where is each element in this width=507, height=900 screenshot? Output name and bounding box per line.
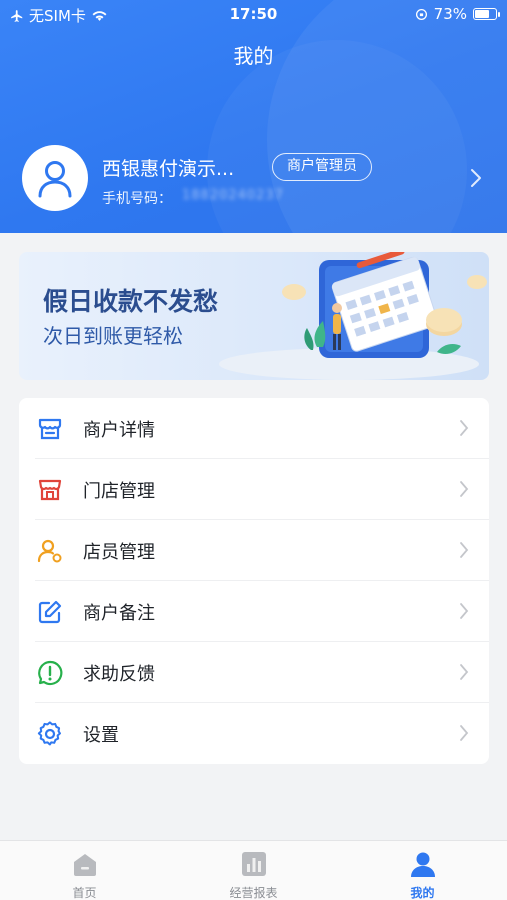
menu-item-settings[interactable]: 设置 bbox=[19, 703, 489, 764]
tab-label: 经营报表 bbox=[229, 886, 278, 900]
help-icon bbox=[38, 660, 63, 686]
menu-item-store-management[interactable]: 门店管理 bbox=[19, 459, 489, 520]
banner-subtitle: 次日到账更轻松 bbox=[43, 324, 183, 348]
menu-item-label: 门店管理 bbox=[83, 481, 155, 502]
phone-label: 手机号码： bbox=[102, 191, 172, 207]
tab-bar: 首页 经营报表 我的 bbox=[0, 840, 507, 900]
menu-item-merchant-notes[interactable]: 商户备注 bbox=[19, 581, 489, 642]
menu-item-help-feedback[interactable]: 求助反馈 bbox=[19, 642, 489, 703]
shop-icon bbox=[38, 479, 62, 501]
phone-number: 18820240237 bbox=[182, 188, 284, 203]
chevron-right-icon bbox=[460, 664, 469, 680]
menu-item-label: 店员管理 bbox=[83, 542, 155, 563]
tab-label: 首页 bbox=[72, 886, 97, 900]
page-title: 我的 bbox=[233, 44, 274, 68]
menu-item-merchant-details[interactable]: 商户详情 bbox=[19, 398, 489, 459]
home-icon bbox=[74, 854, 96, 876]
banner-title: 假日收款不发愁 bbox=[43, 287, 219, 316]
menu-list: 商户详情 门店管理 店员管理 商户备注 求助反馈 设置 bbox=[19, 398, 489, 764]
orientation-lock-icon bbox=[415, 8, 427, 20]
tab-home[interactable]: 首页 bbox=[0, 841, 169, 900]
staff-icon bbox=[37, 539, 62, 563]
status-bar: 无SIM卡 17:50 73% bbox=[0, 0, 507, 28]
chevron-right-icon bbox=[460, 481, 469, 497]
gear-icon bbox=[37, 721, 62, 746]
tab-mine[interactable]: 我的 bbox=[338, 841, 507, 900]
avatar[interactable] bbox=[22, 145, 88, 211]
user-icon bbox=[411, 852, 435, 877]
menu-item-staff-management[interactable]: 店员管理 bbox=[19, 520, 489, 581]
store-icon bbox=[38, 418, 62, 440]
report-icon bbox=[242, 852, 266, 876]
menu-item-label: 求助反馈 bbox=[83, 664, 155, 685]
edit-icon bbox=[38, 600, 62, 624]
battery-icon bbox=[473, 8, 500, 20]
promo-banner[interactable]: 假日收款不发愁 次日到账更轻松 bbox=[19, 252, 489, 380]
tab-reports[interactable]: 经营报表 bbox=[169, 841, 338, 900]
tab-label: 我的 bbox=[410, 886, 435, 900]
battery-percent: 73% bbox=[433, 5, 467, 23]
chevron-right-icon bbox=[460, 725, 469, 741]
chevron-right-icon bbox=[460, 420, 469, 436]
merchant-name: 西银惠付演示... bbox=[102, 158, 235, 180]
menu-item-label: 商户详情 bbox=[83, 420, 155, 441]
menu-item-label: 设置 bbox=[83, 725, 119, 746]
banner-illustration bbox=[219, 252, 487, 380]
role-badge: 商户管理员 bbox=[272, 153, 372, 181]
menu-item-label: 商户备注 bbox=[83, 603, 155, 624]
chevron-right-icon bbox=[460, 603, 469, 619]
profile-header: 无SIM卡 17:50 73% 我的 西银惠付演示... 商户管理员 手机号码：… bbox=[0, 0, 507, 233]
chevron-right-icon[interactable] bbox=[470, 168, 482, 188]
battery-level bbox=[475, 10, 489, 18]
chevron-right-icon bbox=[460, 542, 469, 558]
user-avatar-icon bbox=[38, 161, 72, 198]
